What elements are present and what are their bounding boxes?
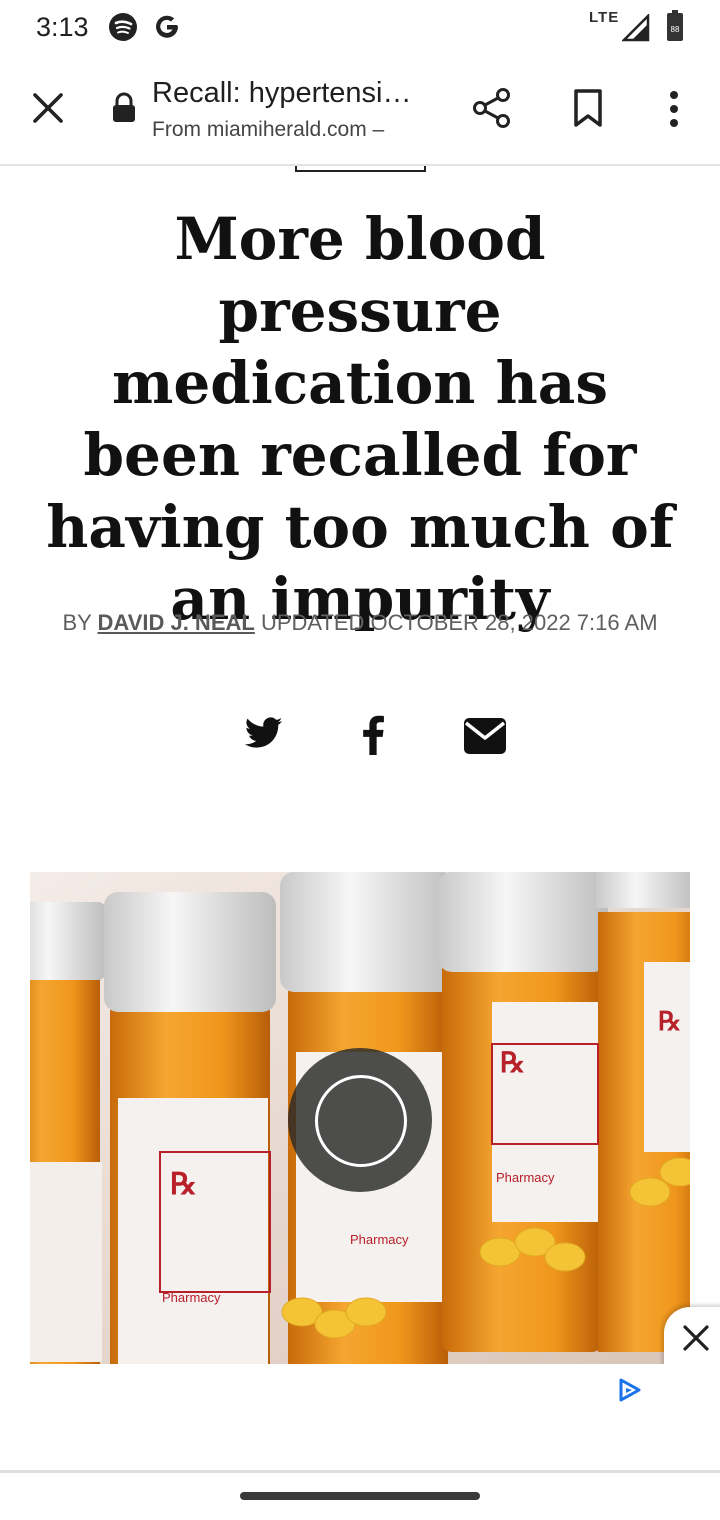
svg-text:Pharmacy: Pharmacy — [350, 1232, 409, 1247]
svg-text:Pharmacy: Pharmacy — [162, 1290, 221, 1305]
video-play-button[interactable] — [288, 1048, 432, 1192]
spotify-icon — [109, 13, 137, 41]
status-time: 3:13 — [36, 12, 89, 42]
email-icon[interactable] — [464, 718, 506, 754]
byline-prefix: BY — [62, 610, 92, 635]
section-label-frame — [295, 166, 426, 172]
status-bar: 3:13 LTE 88 — [0, 0, 720, 52]
article-headline: More blood pressure medication has been … — [46, 205, 674, 633]
share-icon[interactable] — [471, 87, 513, 129]
facebook-icon[interactable] — [362, 715, 384, 755]
battery-icon: 88 — [667, 10, 683, 41]
close-icon — [683, 1325, 709, 1351]
lock-icon — [113, 92, 135, 122]
byline: BY DAVID J. NEAL UPDATED OCTOBER 28, 202… — [0, 610, 720, 636]
author-link[interactable]: DAVID J. NEAL — [98, 610, 255, 635]
custom-tab-toolbar: Recall: hypertensi… From miamiherald.com… — [0, 52, 720, 166]
ad-close-button[interactable] — [664, 1307, 720, 1369]
more-vert-icon[interactable] — [664, 90, 684, 128]
updated-date: UPDATED OCTOBER 28, 2022 7:16 AM — [260, 610, 658, 635]
svg-text:Pharmacy: Pharmacy — [496, 1170, 555, 1185]
gesture-nav-bar[interactable] — [240, 1492, 480, 1500]
page-title[interactable]: Recall: hypertensi… — [152, 77, 412, 110]
signal-icon — [622, 14, 650, 42]
twitter-icon[interactable] — [245, 716, 283, 750]
svg-text:℞: ℞ — [658, 1006, 681, 1036]
network-label: LTE — [589, 9, 620, 26]
adchoices-icon[interactable] — [618, 1377, 642, 1403]
page-domain[interactable]: From miamiherald.com – — [152, 118, 384, 142]
svg-text:℞: ℞ — [500, 1047, 525, 1078]
bookmark-icon[interactable] — [572, 88, 604, 128]
close-icon[interactable] — [30, 90, 66, 126]
play-ring-icon — [315, 1075, 407, 1167]
google-icon — [156, 15, 178, 38]
svg-text:℞: ℞ — [170, 1168, 197, 1201]
svg-text:88: 88 — [671, 25, 680, 34]
ad-banner[interactable] — [0, 1364, 720, 1473]
